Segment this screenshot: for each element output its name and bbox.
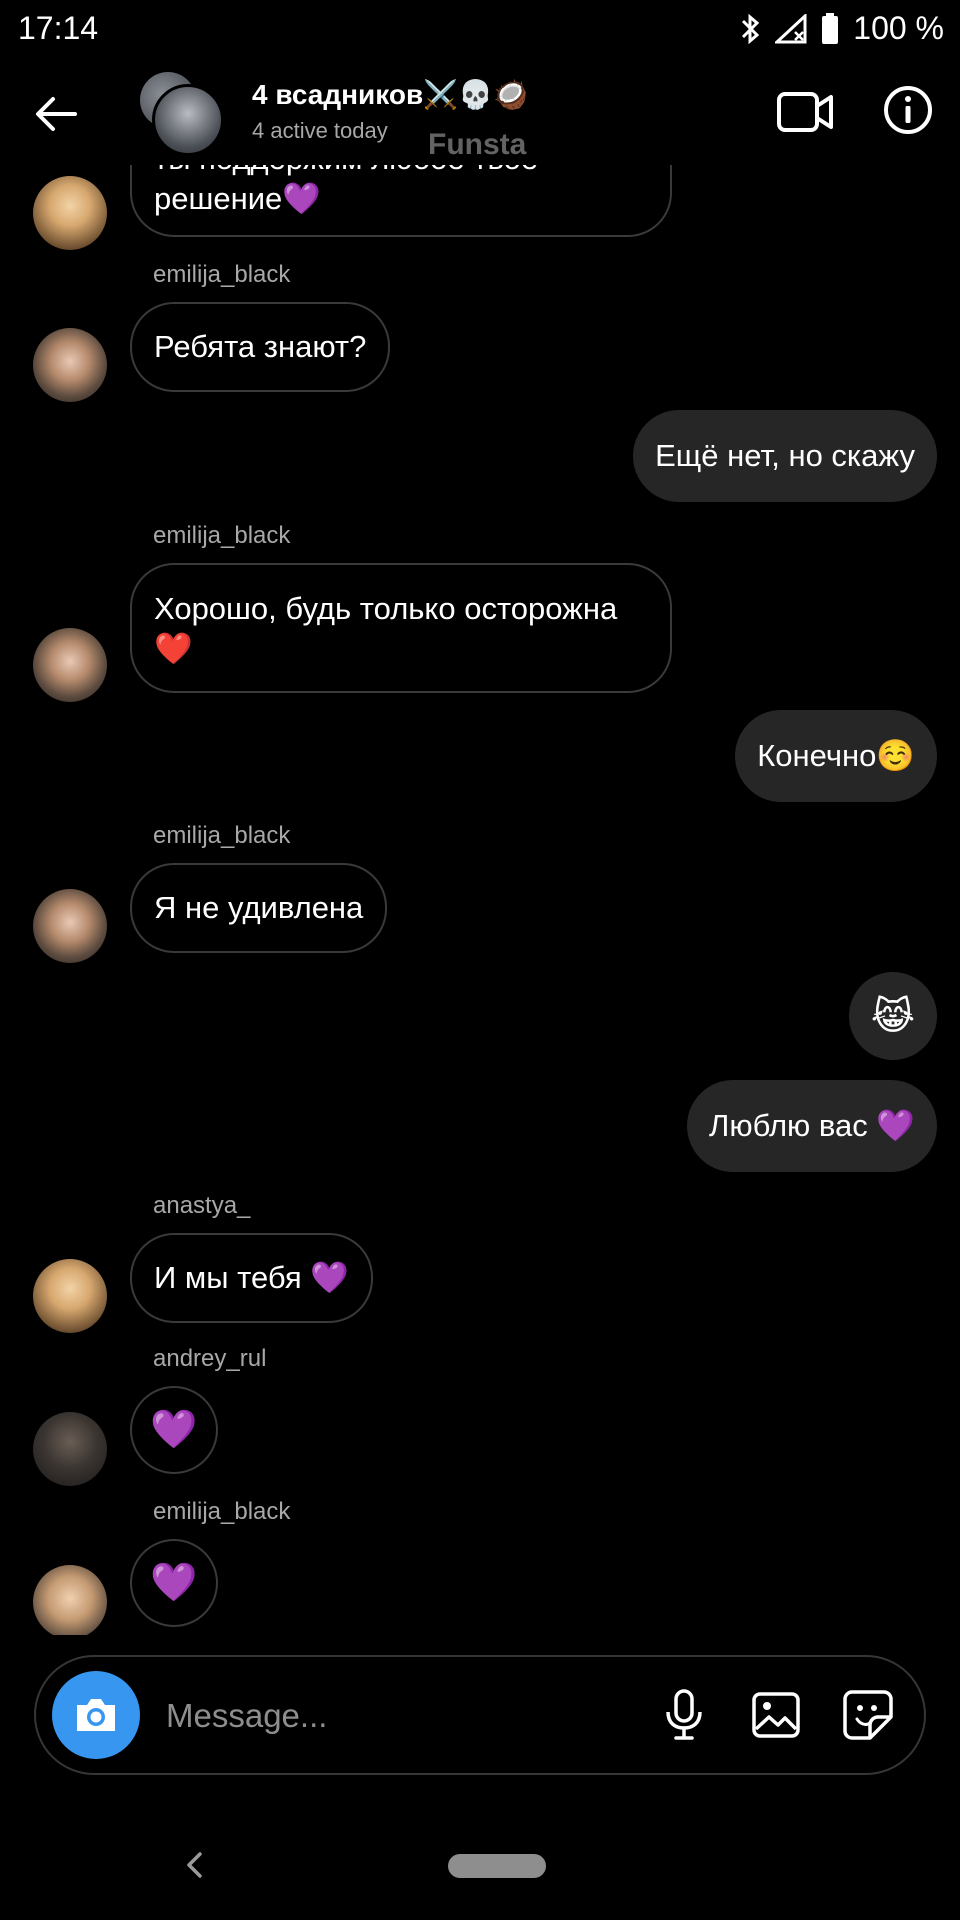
back-button[interactable] xyxy=(30,88,82,140)
incoming-emoji-message[interactable]: 💜 xyxy=(130,1539,218,1627)
message-text: Ребята знают? xyxy=(154,329,367,364)
message-emoji: 💜 xyxy=(150,1409,198,1451)
video-call-button[interactable] xyxy=(776,86,834,138)
incoming-message[interactable]: Я не удивлена xyxy=(130,863,388,953)
message-list[interactable]: ты поддержим любое твое решение💜 emilija… xyxy=(0,165,960,1635)
status-time: 17:14 xyxy=(18,10,99,46)
gallery-button[interactable] xyxy=(748,1687,804,1743)
image-icon xyxy=(752,1692,800,1738)
incoming-message[interactable]: И мы тебя 💜 xyxy=(130,1233,373,1323)
chevron-left-icon xyxy=(187,1852,202,1878)
message-text: Хорошо, будь только осторожна❤️ xyxy=(154,591,618,666)
avatar[interactable] xyxy=(33,176,107,250)
outgoing-message[interactable]: Ещё нет, но скажу xyxy=(633,410,937,502)
incoming-message[interactable]: ты поддержим любое твое решение💜 xyxy=(130,165,672,237)
signal-icon xyxy=(775,13,807,43)
group-avatar-front xyxy=(152,84,224,156)
battery-icon xyxy=(822,12,839,44)
group-title[interactable]: 4 всадников⚔️💀🥥 xyxy=(252,78,528,111)
avatar[interactable] xyxy=(33,328,107,402)
sticker-button[interactable] xyxy=(840,1687,896,1743)
avatar[interactable] xyxy=(33,628,107,702)
message-text: ты поддержим любое твое решение💜 xyxy=(154,165,538,216)
group-avatar[interactable] xyxy=(140,72,224,156)
info-button[interactable] xyxy=(882,84,934,136)
avatar[interactable] xyxy=(33,1259,107,1333)
battery-percent: 100 % xyxy=(853,10,944,46)
message-text: Я не удивлена xyxy=(154,890,364,925)
outgoing-emoji-message[interactable]: 😹 xyxy=(849,972,937,1060)
home-pill[interactable] xyxy=(448,1854,546,1878)
status-bar: 17:14 100 % xyxy=(0,0,960,56)
status-icons: 100 % xyxy=(739,10,944,47)
camera-button[interactable] xyxy=(52,1671,140,1759)
outgoing-message[interactable]: Конечно☺️ xyxy=(735,710,937,802)
message-text: Конечно☺️ xyxy=(757,738,915,773)
sticker-icon xyxy=(843,1690,893,1740)
message-text: И мы тебя 💜 xyxy=(154,1260,349,1295)
sender-name: andrey_rul xyxy=(153,1345,267,1372)
message-text: Ещё нет, но скажу xyxy=(655,438,915,473)
sender-name: anastya_ xyxy=(153,1192,251,1219)
sender-name: emilija_black xyxy=(153,1498,291,1525)
message-emoji: 💜 xyxy=(150,1562,198,1604)
system-back-button[interactable] xyxy=(180,1850,210,1880)
message-text: Люблю вас 💜 xyxy=(709,1108,915,1143)
sender-name: emilija_black xyxy=(153,261,291,288)
video-camera-icon xyxy=(777,92,833,132)
incoming-emoji-message[interactable]: 💜 xyxy=(130,1386,218,1474)
activity-status: 4 active today xyxy=(252,118,388,143)
message-input[interactable] xyxy=(164,1687,648,1745)
avatar[interactable] xyxy=(33,889,107,963)
arrow-left-icon xyxy=(36,97,77,131)
info-icon xyxy=(884,86,932,134)
avatar[interactable] xyxy=(33,1565,107,1635)
bluetooth-icon xyxy=(742,13,760,44)
incoming-message[interactable]: Хорошо, будь только осторожна❤️ xyxy=(130,563,672,693)
avatar[interactable] xyxy=(33,1412,107,1486)
message-emoji: 😹 xyxy=(870,995,916,1038)
incoming-message[interactable]: Ребята знают? xyxy=(130,302,391,392)
watermark-label: Funsta xyxy=(428,128,527,161)
voice-message-button[interactable] xyxy=(656,1687,712,1743)
microphone-icon xyxy=(666,1689,702,1740)
outgoing-message[interactable]: Люблю вас 💜 xyxy=(687,1080,937,1172)
sender-name: emilija_black xyxy=(153,822,291,849)
sender-name: emilija_black xyxy=(153,522,291,549)
message-composer xyxy=(34,1655,926,1775)
camera-icon xyxy=(77,1699,115,1731)
